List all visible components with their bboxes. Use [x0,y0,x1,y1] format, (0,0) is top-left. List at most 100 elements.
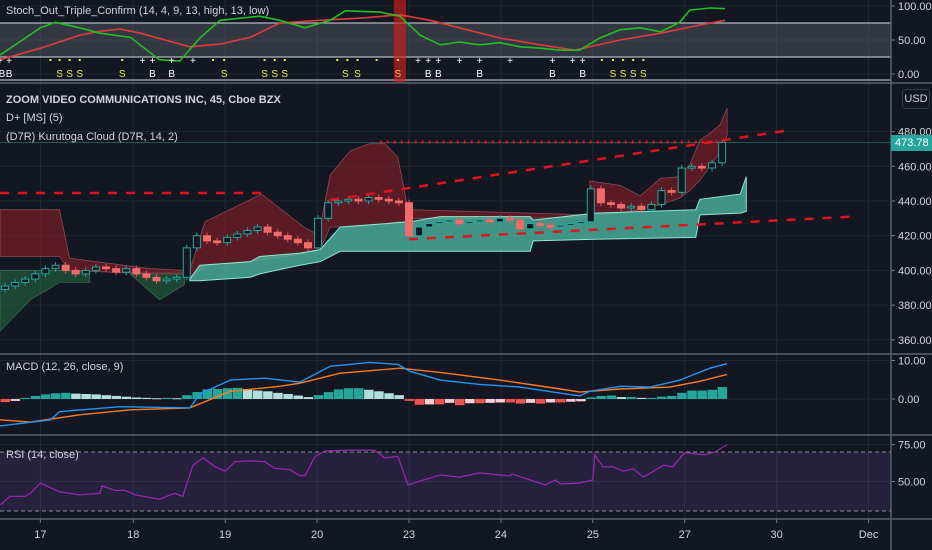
macd-histogram-bar [273,392,283,399]
price-label: 420.00 [898,231,932,243]
macd-histogram-bar [485,399,495,403]
rsi-legend[interactable]: RSI (14, close) [6,449,79,461]
macd-histogram-bar [91,394,101,399]
buy-plus-mark: + [425,56,431,67]
macd-histogram-bar [343,388,354,399]
candle-up [162,278,171,282]
candle-down [637,205,646,211]
macd-histogram-bar [404,399,414,401]
candle-down [263,226,272,233]
candle-down [203,235,211,242]
buy-plus-mark: + [507,56,513,67]
buy-signal-mark: B [476,69,483,80]
candle-up [314,217,323,249]
sell-signal-mark: S [354,69,361,80]
price-label: 100.00 [898,1,932,13]
macd-histogram-bar [717,387,728,399]
candle-down [283,235,292,240]
macd-histogram-bar [162,397,172,399]
dplus-legend[interactable]: D+ [MS] (5) [6,112,63,124]
price-label: 75.00 [898,440,926,452]
sell-signal-mark: S [56,69,63,80]
macd-histogram-bar [384,393,394,399]
candle-down [374,197,383,200]
macd-histogram-bar [263,391,273,399]
candle-down [132,268,141,275]
macd-histogram-bar [566,399,576,402]
candle-up [425,223,434,228]
candle-up [41,268,50,275]
macd-histogram-bar [606,395,616,399]
sell-dot-mark [121,59,124,61]
price-label: 50.00 [898,477,926,489]
price-label: 10.00 [898,356,926,368]
macd-histogram-bar [465,399,475,404]
sell-dot-mark [622,59,625,61]
candle-up [243,229,252,235]
sell-dot-mark [212,59,215,61]
candle-down [304,242,312,249]
currency-button[interactable]: USD [902,89,930,109]
candle-up [344,198,353,202]
candle-up [566,223,575,226]
last-price-label: 473.78 [891,135,932,151]
macd-histogram-bar [0,399,10,403]
candle-up [495,217,504,223]
candle-up [172,276,181,280]
sell-signal-mark: S [342,69,349,80]
macd-histogram-bar [61,392,71,399]
candle-up [223,236,232,244]
candle-down [71,269,80,275]
price-label: 50.00 [898,35,926,47]
candle-down [546,224,555,228]
macd-histogram-bar [455,399,465,406]
macd-histogram-bar [81,393,91,399]
macd-legend[interactable]: MACD (12, 26, close, 9) [6,361,123,373]
buy-plus-mark: + [580,56,586,67]
macd-histogram-bar [20,397,31,399]
sell-dot-mark [58,59,61,61]
cloud-legend[interactable]: (D7R) Kurutoga Cloud (D7R, 14, 2) [6,131,178,143]
buy-signal-mark: B [549,69,556,80]
sell-dot-mark [78,59,81,61]
buy-plus-mark: + [415,56,421,67]
macd-histogram-bar [646,397,657,399]
buy-plus-mark: + [435,56,441,67]
sell-dot-mark [632,59,635,61]
sell-signal-mark: S [395,69,402,80]
candle-up [475,219,484,223]
candle-down [142,273,151,278]
buy-plus-mark: + [570,56,576,67]
stoch-legend[interactable]: Stoch_Out_Triple_Confirm (14, 4, 9, 13, … [6,5,269,17]
macd-histogram-bar [101,395,111,399]
macd-histogram-bar [525,399,536,403]
candle-up [182,247,191,278]
sell-dot-mark [283,59,286,61]
buy-plus-mark: + [169,56,175,67]
candle-up [627,205,636,209]
tradingview-chart[interactable]: 17 18 19 20 23 24 25 27 30 Dec 100.00 50.00 0.00 480.… [0,0,932,550]
macd-histogram-bar [505,399,515,403]
buy-plus-mark: + [150,56,156,67]
macd-histogram-bar [253,390,263,399]
candle-up [415,226,424,237]
buy-plus-mark: + [190,56,196,67]
buy-plus-mark: + [139,56,145,67]
candle-down [293,238,302,244]
buy-plus-mark: + [477,56,483,67]
candle-down [516,219,525,230]
macd-histogram-bar [232,387,243,399]
candle-up [576,221,585,225]
macd-histogram-bar [40,394,51,399]
macd-histogram-bar [556,399,566,403]
macd-histogram-bar [51,393,61,399]
macd-histogram-bar [283,393,293,399]
macd-histogram-bar [636,397,647,399]
time-label: 18 [127,529,139,541]
macd-histogram-bar [30,395,41,399]
sell-dot-mark [346,59,349,61]
candle-up [657,190,666,205]
chart-canvas[interactable]: 17 18 19 20 23 24 25 27 30 Dec100.0050.000.00480.… [0,0,932,550]
macd-histogram-bar [303,397,313,399]
macd-histogram-bar [434,399,445,405]
